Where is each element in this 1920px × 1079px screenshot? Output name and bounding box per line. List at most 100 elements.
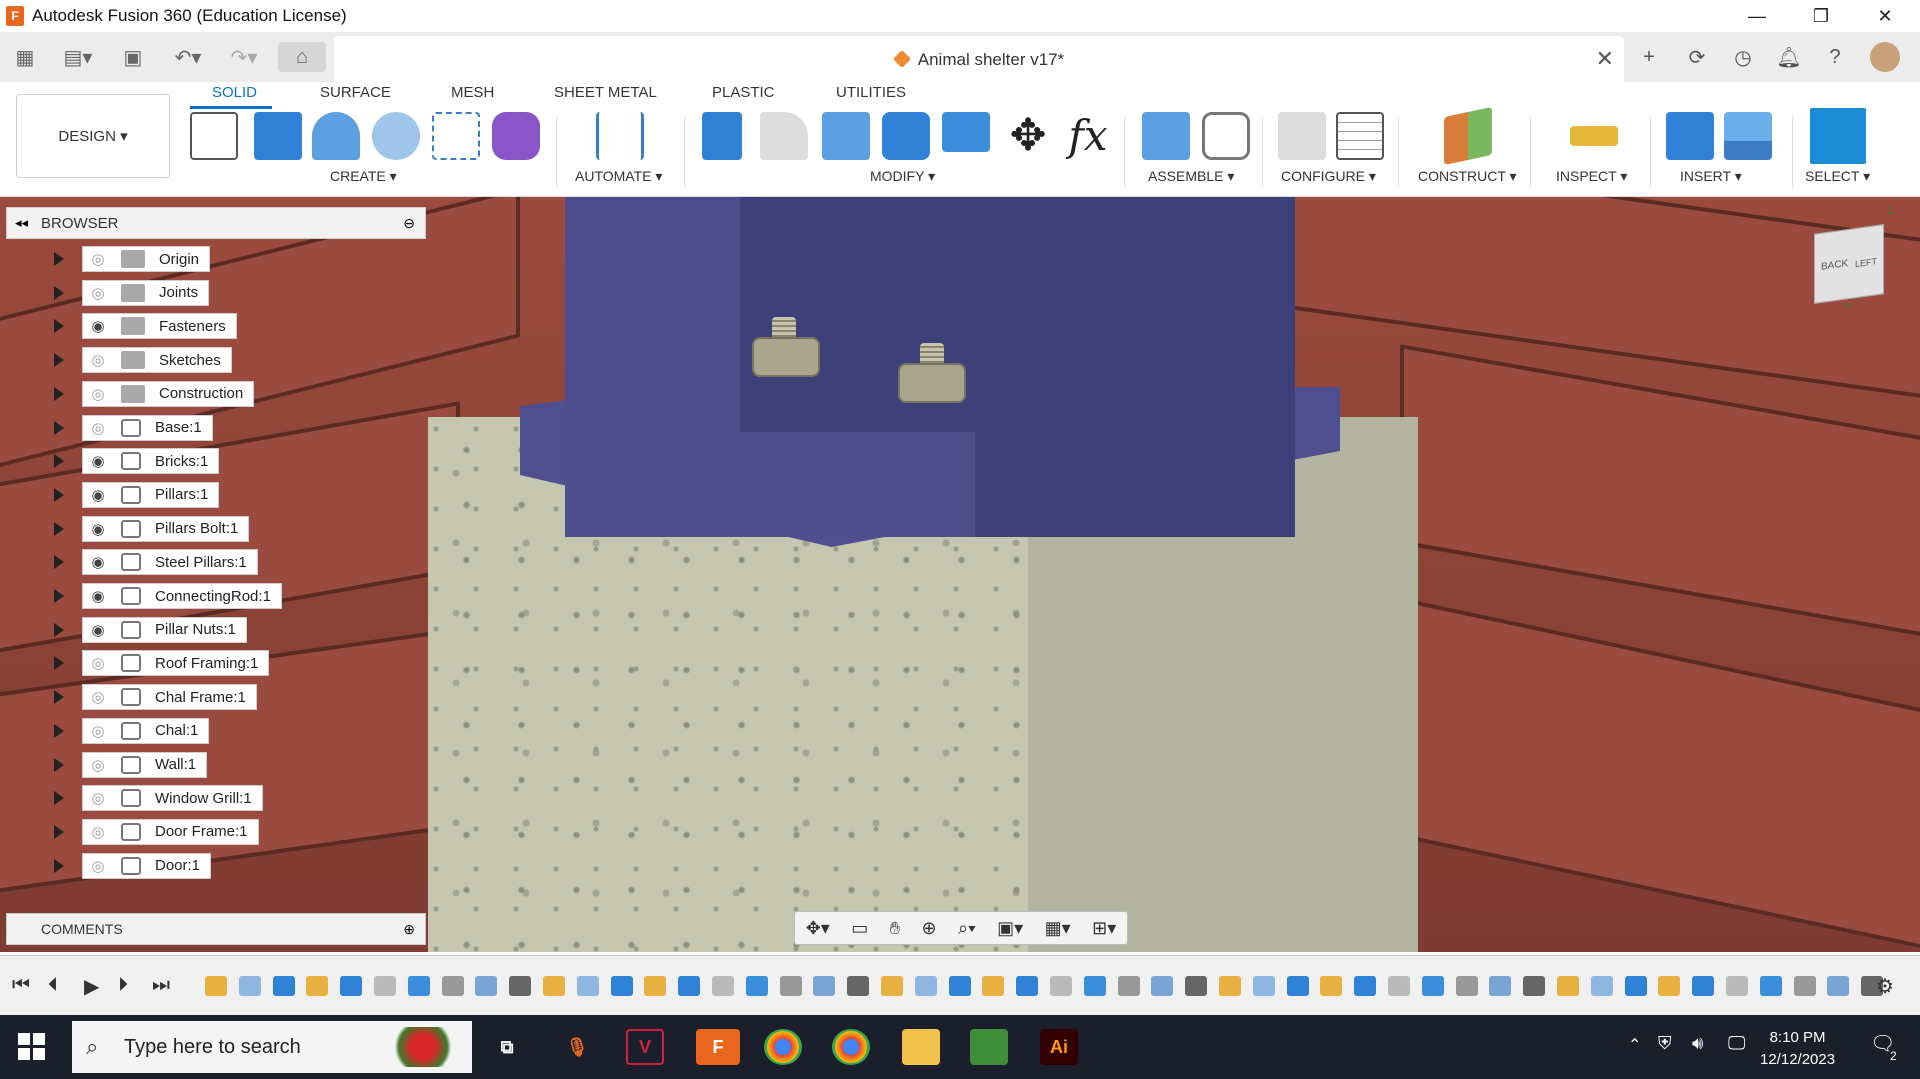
tab-surface[interactable]: SURFACE — [320, 84, 391, 101]
configure-menu[interactable]: CONFIGURE ▾ — [1281, 168, 1376, 185]
timeline-feature-icon[interactable] — [1151, 976, 1174, 996]
expand-arrow-icon[interactable] — [54, 656, 64, 671]
timeline-feature-icon[interactable] — [1421, 976, 1444, 996]
timeline-feature-icon[interactable] — [1759, 976, 1782, 996]
redo-icon[interactable]: ↷▾ — [222, 42, 266, 72]
expand-arrow-icon[interactable] — [54, 791, 64, 806]
tab-mesh[interactable]: MESH — [451, 84, 494, 101]
timeline-feature-icon[interactable] — [745, 976, 768, 996]
vivaldi-app-icon[interactable]: V — [626, 1029, 664, 1065]
browser-minus-icon[interactable]: ⊖ — [403, 215, 415, 232]
timeline-feature-icon[interactable] — [205, 976, 227, 996]
timeline-feature-icon[interactable] — [1489, 976, 1512, 996]
visibility-eye-icon[interactable]: ◎ — [83, 351, 113, 369]
timeline-play-icon[interactable]: ▶ — [84, 974, 99, 999]
timeline-feature-icon[interactable] — [1793, 976, 1816, 996]
browser-node-item[interactable]: ◉ ConnectingRod:1 — [82, 583, 282, 609]
measure-icon[interactable] — [1570, 126, 1618, 146]
close-document-button[interactable]: ✕ — [1596, 46, 1614, 72]
browser-node-item[interactable]: ◎ Joints — [82, 279, 210, 306]
timeline-feature-icon[interactable] — [1016, 976, 1039, 996]
timeline-feature-icon[interactable] — [1523, 976, 1546, 996]
tab-sheet-metal[interactable]: SHEET METAL — [554, 84, 657, 101]
timeline-settings-gear-icon[interactable]: ⚙ — [1876, 974, 1894, 999]
browser-node-item[interactable]: ◎ Window Grill:1 — [82, 785, 263, 812]
expand-arrow-icon[interactable] — [54, 555, 64, 570]
expand-arrow-icon[interactable] — [54, 353, 64, 368]
expand-arrow-icon[interactable] — [54, 622, 64, 637]
expand-arrow-icon[interactable] — [54, 285, 64, 300]
taskbar-clock[interactable]: 8:10 PM 12/12/2023 — [1760, 1027, 1835, 1071]
3d-viewport[interactable]: BACK LEFT Z X Y — [0, 197, 1920, 952]
visibility-eye-icon[interactable]: ◎ — [83, 722, 113, 740]
timeline-feature-icon[interactable] — [441, 976, 464, 996]
move-icon[interactable]: ✥ — [1004, 112, 1052, 160]
configure-icon[interactable] — [1278, 112, 1326, 160]
insert-derive-icon[interactable] — [1666, 112, 1714, 160]
look-at-icon[interactable]: ▭ — [851, 918, 868, 939]
timeline-step-back-icon[interactable]: ⏴ — [48, 974, 58, 997]
expand-arrow-icon[interactable] — [54, 723, 64, 738]
fit-icon[interactable]: ⌕▾ — [958, 918, 976, 939]
security-shield-icon[interactable]: ⛨ — [1658, 1033, 1672, 1054]
expand-arrow-icon[interactable] — [54, 252, 64, 266]
timeline-feature-icon[interactable] — [1286, 976, 1309, 996]
timeline-feature-icon[interactable] — [1658, 976, 1681, 996]
timeline-feature-icon[interactable] — [712, 976, 734, 996]
timeline-feature-icon[interactable] — [509, 976, 532, 996]
create-menu[interactable]: CREATE ▾ — [330, 168, 397, 185]
timeline-feature-icon[interactable] — [1455, 976, 1478, 996]
timeline-feature-icon[interactable] — [914, 976, 937, 996]
timeline-feature-icon[interactable] — [1726, 976, 1748, 996]
timeline-feature-icon[interactable] — [678, 976, 701, 996]
timeline-feature-icon[interactable] — [1692, 976, 1715, 996]
volume-icon[interactable]: 🔊︎ — [1692, 1033, 1703, 1054]
automate-menu[interactable]: AUTOMATE ▾ — [575, 168, 662, 185]
timeline-feature-icon[interactable] — [1185, 976, 1208, 996]
select-icon[interactable] — [1810, 108, 1866, 164]
browser-panel-header[interactable]: ◂◂ BROWSER ⊖ — [6, 207, 426, 239]
windows-start-icon[interactable] — [18, 1033, 46, 1061]
visibility-eye-icon[interactable]: ◎ — [83, 789, 113, 807]
chrome-icon[interactable] — [764, 1029, 802, 1065]
expand-arrow-icon[interactable] — [54, 824, 64, 839]
timeline-feature-icon[interactable] — [1354, 976, 1377, 996]
timeline-feature-icon[interactable] — [407, 976, 430, 996]
expand-arrow-icon[interactable] — [54, 319, 64, 334]
timeline-feature-icon[interactable] — [881, 976, 903, 996]
zoom-icon[interactable]: ⊕ — [921, 918, 936, 939]
timeline-feature-icon[interactable] — [847, 976, 870, 996]
browser-node-item[interactable]: ◉ Pillars Bolt:1 — [82, 515, 250, 542]
timeline-feature-icon[interactable] — [576, 976, 599, 996]
data-panel-grid-icon[interactable]: ▦ — [10, 42, 40, 72]
insert-menu[interactable]: INSERT ▾ — [1680, 168, 1742, 185]
visibility-eye-icon[interactable]: ◎ — [83, 857, 113, 875]
timeline-feature-icon[interactable] — [1557, 976, 1579, 996]
timeline-feature-icon[interactable] — [1050, 976, 1072, 996]
browser-node-item[interactable]: ◎ Roof Framing:1 — [82, 650, 270, 677]
browser-node-item[interactable]: ◎ Chal:1 — [82, 717, 210, 744]
expand-arrow-icon[interactable] — [54, 757, 64, 772]
expand-arrow-icon[interactable] — [54, 420, 64, 435]
file-menu-icon[interactable]: ▤▾ — [56, 42, 100, 72]
grid-icon[interactable]: ▦▾ — [1045, 918, 1071, 939]
timeline-feature-icon[interactable] — [1320, 976, 1343, 996]
help-icon[interactable]: ? — [1820, 42, 1850, 72]
comments-panel-header[interactable]: COMMENTS ⊕ — [6, 913, 426, 945]
display-settings-icon[interactable]: ▣▾ — [997, 918, 1023, 939]
timeline-feature-icon[interactable] — [374, 976, 396, 996]
browser-node-item[interactable]: ◉ Pillar Nuts:1 — [82, 616, 247, 643]
browser-node-item[interactable]: ◉ Bricks:1 — [82, 448, 220, 475]
visibility-eye-icon[interactable]: ◉ — [83, 486, 113, 504]
joint-icon[interactable] — [1202, 112, 1250, 160]
tab-utilities[interactable]: UTILITIES — [836, 84, 906, 101]
visibility-eye-icon[interactable]: ◉ — [83, 553, 113, 571]
visibility-eye-icon[interactable]: ◎ — [83, 688, 113, 706]
timeline-feature-icon[interactable] — [1827, 976, 1850, 996]
split-body-icon[interactable] — [942, 112, 990, 152]
timeline-feature-icon[interactable] — [340, 976, 363, 996]
timeline-feature-icon[interactable] — [1252, 976, 1275, 996]
timeline-feature-icon[interactable] — [543, 976, 565, 996]
user-avatar[interactable] — [1870, 42, 1900, 72]
expand-arrow-icon[interactable] — [54, 521, 64, 536]
